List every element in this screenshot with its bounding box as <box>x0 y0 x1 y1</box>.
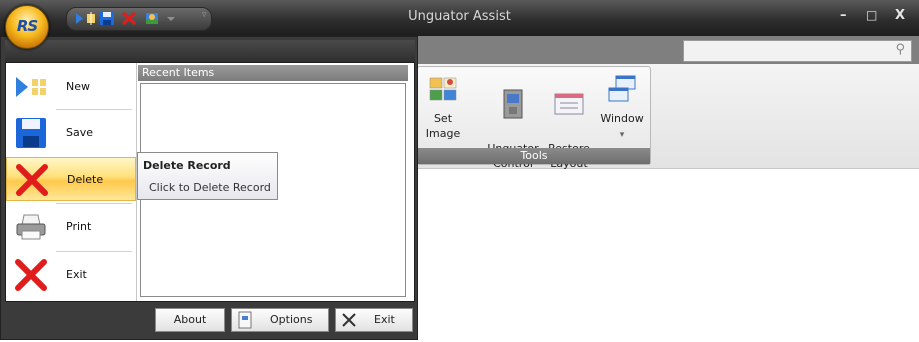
save-icon <box>16 118 46 148</box>
ribbon-group-label: Tools <box>418 148 650 164</box>
delete-tooltip: Delete Record Click to Delete Record <box>137 152 278 200</box>
options-button[interactable]: Options <box>231 308 329 332</box>
restore-layout-icon <box>554 93 584 115</box>
search-icon[interactable]: ⚲ <box>895 42 905 57</box>
about-button[interactable]: About <box>155 308 225 332</box>
search-box[interactable]: ⚲ <box>683 40 912 62</box>
minimize-icon[interactable]: – <box>840 8 847 23</box>
options-label: Options <box>270 313 313 326</box>
chevron-down-icon[interactable]: ▾ <box>620 130 625 140</box>
menu-item-exit[interactable]: Exit <box>6 253 136 297</box>
menu-item-delete[interactable]: Delete <box>6 157 136 201</box>
menu-item-label: New <box>66 80 90 93</box>
options-icon <box>238 311 252 329</box>
menu-item-label: Delete <box>67 173 104 186</box>
application-menu-header <box>5 40 415 62</box>
menu-item-new[interactable]: New <box>6 65 136 109</box>
menu-item-label: Exit <box>66 268 87 281</box>
window-title: Unguator Assist <box>408 9 511 24</box>
window-button[interactable]: Window ▾ <box>598 73 646 143</box>
set-image-label: Set Image <box>425 112 461 140</box>
application-menu-button[interactable]: RS <box>5 5 49 49</box>
menu-item-print[interactable]: Print <box>6 205 136 249</box>
application-menu-footer: About Options Exit <box>5 303 415 337</box>
about-label: About <box>173 313 207 326</box>
divider <box>56 251 132 252</box>
new-icon <box>16 75 48 99</box>
window-icon <box>608 75 636 102</box>
menu-item-save[interactable]: Save <box>6 111 136 155</box>
tooltip-title: Delete Record <box>143 159 231 172</box>
app-logo: RS <box>16 17 38 35</box>
ribbon-group-tools: Set Image Unguator Control Restore Layou… <box>417 66 651 170</box>
exit-button[interactable]: Exit <box>335 308 413 332</box>
exit-icon <box>15 259 47 291</box>
close-icon <box>342 313 356 327</box>
divider <box>56 109 132 110</box>
window-label: Window <box>600 112 644 125</box>
set-image-icon <box>429 77 457 101</box>
maximize-icon[interactable]: □ <box>866 8 877 22</box>
print-icon <box>16 214 46 240</box>
tooltip-body: Click to Delete Record <box>149 181 271 194</box>
title-bar: ▿ Unguator Assist – □ X <box>0 0 919 36</box>
delete-icon <box>16 164 48 196</box>
unguator-control-icon <box>503 89 523 119</box>
set-image-button[interactable]: Set Image <box>422 73 464 141</box>
close-icon[interactable]: X <box>895 8 905 23</box>
menu-item-label: Print <box>66 220 92 233</box>
recent-items-header: Recent Items <box>138 65 408 81</box>
exit-label: Exit <box>374 313 395 326</box>
command-list: New Save Delete Print Exit <box>6 63 137 301</box>
menu-item-label: Save <box>66 126 94 139</box>
divider <box>56 203 132 204</box>
